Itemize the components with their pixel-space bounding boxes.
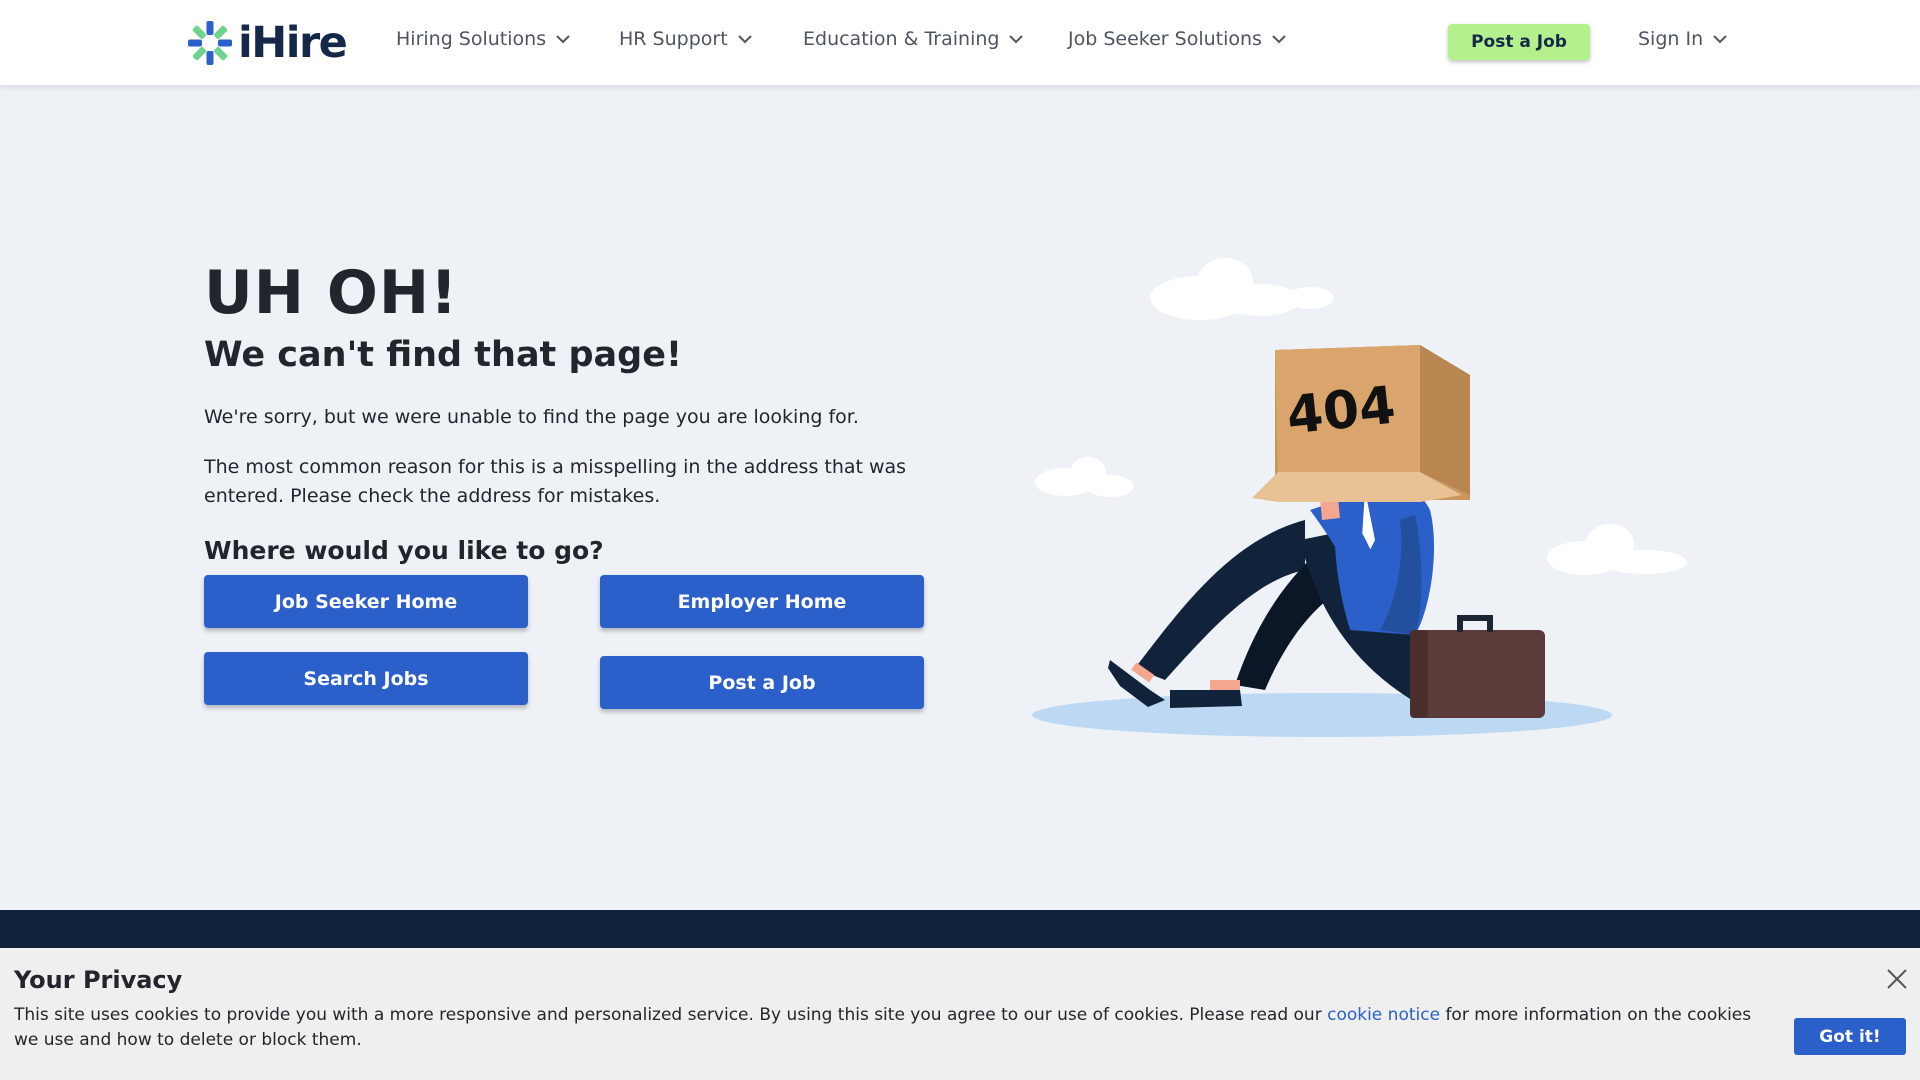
error-heading: UH OH! [204, 258, 459, 328]
cookie-title: Your Privacy [14, 966, 183, 994]
ihire-logo[interactable]: iHire [186, 18, 348, 68]
cookie-text: This site uses cookies to provide you wi… [14, 1003, 1754, 1053]
nav-label: HR Support [619, 28, 728, 50]
post-job-header-button[interactable]: Post a Job [1448, 24, 1590, 60]
cloud-icon [1035, 457, 1134, 497]
nav-job-seeker-solutions[interactable]: Job Seeker Solutions [1068, 28, 1286, 50]
404-label: 404 [1284, 376, 1398, 447]
got-it-button[interactable]: Got it! [1794, 1018, 1906, 1055]
chevron-down-icon [1713, 34, 1727, 43]
sign-in-menu[interactable]: Sign In [1638, 28, 1727, 50]
nav-label: Job Seeker Solutions [1068, 28, 1262, 50]
sign-in-label: Sign In [1638, 28, 1704, 50]
nav-education-training[interactable]: Education & Training [803, 28, 1024, 50]
chevron-down-icon [556, 34, 570, 43]
nav-label: Hiring Solutions [396, 28, 547, 50]
cookie-text-before: This site uses cookies to provide you wi… [14, 1005, 1328, 1025]
chevron-down-icon [737, 34, 752, 43]
nav-label: Education & Training [803, 28, 1000, 50]
site-header: iHire Hiring Solutions HR Support Educat… [0, 0, 1920, 85]
ihire-logo-icon [188, 21, 232, 65]
search-jobs-button[interactable]: Search Jobs [204, 652, 528, 705]
404-illustration: 404 [1032, 258, 1687, 737]
chevron-down-icon [1272, 34, 1286, 43]
job-seeker-home-button[interactable]: Job Seeker Home [204, 575, 528, 628]
cloud-icon [1150, 258, 1334, 320]
error-subheading: We can't find that page! [204, 335, 682, 375]
error-message: We're sorry, but we were unable to find … [204, 406, 859, 428]
cookie-notice-link[interactable]: cookie notice [1327, 1005, 1440, 1025]
error-explanation: The most common reason for this is a mis… [204, 456, 907, 507]
employer-home-button[interactable]: Employer Home [600, 575, 924, 628]
post-a-job-button[interactable]: Post a Job [600, 656, 924, 709]
cloud-icon [1547, 524, 1687, 575]
navigation-prompt: Where would you like to go? [204, 536, 604, 565]
close-icon[interactable] [1886, 968, 1908, 990]
nav-hiring-solutions[interactable]: Hiring Solutions [396, 28, 570, 50]
cookie-banner: Your Privacy This site uses cookies to p… [0, 948, 1920, 1080]
chevron-down-icon [1009, 34, 1024, 43]
logo-text: iHire [238, 18, 348, 68]
nav-hr-support[interactable]: HR Support [619, 28, 752, 50]
